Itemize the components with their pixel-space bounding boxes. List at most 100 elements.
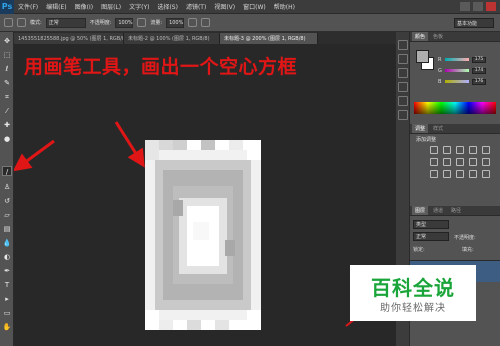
pressure-opacity-icon[interactable] — [137, 18, 147, 27]
menu-select[interactable]: 选择(S) — [153, 2, 182, 11]
dodge-tool-icon[interactable]: ◐ — [2, 252, 12, 262]
marquee-tool-icon[interactable]: ⬚ — [2, 50, 12, 60]
canvas-area[interactable] — [14, 44, 396, 346]
menu-layer[interactable]: 图层(L) — [97, 2, 125, 11]
quick-select-tool-icon[interactable]: ✎ — [2, 78, 12, 88]
layer-opacity-label: 不透明度: — [454, 235, 476, 241]
menu-help[interactable]: 帮助(H) — [270, 2, 299, 11]
tab-styles[interactable]: 样式 — [430, 124, 446, 133]
color-balance-icon[interactable] — [443, 158, 451, 166]
tab-paths[interactable]: 路径 — [448, 206, 464, 215]
arrow-to-brush-tool — [14, 139, 55, 172]
path-select-tool-icon[interactable]: ▸ — [2, 294, 12, 304]
info-panel-icon[interactable] — [398, 68, 408, 78]
tab-color[interactable]: 颜色 — [412, 32, 429, 41]
exposure-icon[interactable] — [469, 146, 477, 154]
black-white-icon[interactable] — [456, 158, 464, 166]
brush-panel-icon[interactable] — [17, 18, 26, 27]
eraser-tool-icon[interactable]: ▱ — [2, 210, 12, 220]
curves-icon[interactable] — [456, 146, 464, 154]
paragraph-panel-icon[interactable] — [398, 110, 408, 120]
adjustment-icons — [430, 146, 490, 178]
lasso-tool-icon[interactable]: ℓ — [2, 64, 12, 74]
brush-panel-icon-2[interactable] — [398, 82, 408, 92]
menu-view[interactable]: 视图(V) — [210, 2, 239, 11]
b-slider[interactable] — [445, 80, 469, 83]
posterize-icon[interactable] — [443, 170, 451, 178]
tab-document-3[interactable]: 未标题-3 @ 200% (图层 1, RGB/8) — [220, 33, 318, 44]
maximize-icon[interactable] — [473, 2, 483, 11]
menu-filter[interactable]: 滤镜(T) — [182, 2, 210, 11]
history-panel-icon[interactable] — [398, 40, 408, 50]
airbrush-icon[interactable] — [188, 18, 198, 27]
move-tool-icon[interactable]: ✥ — [2, 36, 12, 46]
menu-image[interactable]: 图像(I) — [71, 2, 97, 11]
hand-tool-icon[interactable]: ✋ — [2, 322, 12, 332]
vibrance-icon[interactable] — [482, 146, 490, 154]
brightness-icon[interactable] — [430, 146, 438, 154]
close-icon[interactable] — [486, 2, 496, 11]
instruction-text: 用画笔工具，画出一个空心方框 — [24, 56, 298, 78]
annotation-arrows — [14, 121, 367, 327]
tab-adjustments[interactable]: 调整 — [412, 124, 429, 133]
blend-mode-select[interactable]: 正常 — [413, 232, 449, 241]
healing-tool-icon[interactable]: ✚ — [2, 120, 12, 130]
blur-tool-icon[interactable]: 💧 — [2, 238, 12, 248]
arrow-to-canvas — [114, 121, 145, 168]
tab-layers[interactable]: 图层 — [412, 206, 429, 215]
foreground-color-swatch[interactable] — [416, 50, 429, 63]
history-brush-tool-icon[interactable]: ↺ — [2, 196, 12, 206]
menu-bar: Ps 文件(F) 编辑(E) 图像(I) 图层(L) 文字(Y) 选择(S) 滤… — [0, 0, 500, 14]
r-slider[interactable] — [445, 58, 469, 61]
layer-kind-filter[interactable]: 类型 — [413, 220, 449, 229]
options-bar: 模式: 正常 不透明度: 100% 流量: 100% 基本功能 — [0, 14, 500, 32]
gradient-map-icon[interactable] — [469, 170, 477, 178]
menu-file[interactable]: 文件(F) — [14, 2, 42, 11]
properties-panel-icon[interactable] — [398, 54, 408, 64]
adjustments-panel-tabs: 调整 样式 — [410, 124, 500, 134]
mode-select[interactable]: 正常 — [45, 17, 86, 28]
tab-document-1[interactable]: 1453551825588.jpg @ 50% (图层 1, RGB/8) — [14, 33, 124, 44]
b-value[interactable]: 176 — [472, 78, 486, 85]
photoshop-logo: Ps — [0, 0, 14, 14]
crop-tool-icon[interactable]: ⌗ — [2, 92, 12, 102]
brush-tool-icon[interactable]: / — [2, 166, 12, 176]
text-tool-icon[interactable]: T — [2, 280, 12, 290]
photo-filter-icon[interactable] — [469, 158, 477, 166]
menu-edit[interactable]: 编辑(E) — [42, 2, 70, 11]
color-b-row: B 176 — [438, 78, 490, 85]
opacity-input[interactable]: 100% — [115, 17, 134, 28]
flow-input[interactable]: 100% — [166, 17, 185, 28]
clone-stamp-tool-icon[interactable]: ● — [2, 134, 12, 144]
pressure-size-icon[interactable] — [201, 18, 211, 27]
channel-mixer-icon[interactable] — [482, 158, 490, 166]
tab-document-2[interactable]: 未标题-2 @ 100% (图层 1, RGB/8) — [124, 33, 220, 44]
watermark-logo: 百科全说 助你轻松解决 — [350, 265, 476, 321]
menu-type[interactable]: 文字(Y) — [125, 2, 153, 11]
lock-label: 锁定: — [413, 247, 425, 253]
shape-tool-icon[interactable]: ▭ — [2, 308, 12, 318]
levels-icon[interactable] — [443, 146, 451, 154]
invert-icon[interactable] — [430, 170, 438, 178]
selective-color-icon[interactable] — [482, 170, 490, 178]
gradient-tool-icon[interactable]: ▤ — [2, 224, 12, 234]
document-tabs: 1453551825588.jpg @ 50% (图层 1, RGB/8) 未标… — [14, 32, 396, 44]
pen-tool-icon[interactable]: ✒ — [2, 266, 12, 276]
menu-window[interactable]: 窗口(W) — [239, 2, 270, 11]
stamp-tool-icon[interactable]: ♙ — [2, 182, 12, 192]
watermark-title: 百科全说 — [371, 276, 455, 300]
brush-preset-icon[interactable] — [4, 18, 13, 27]
threshold-icon[interactable] — [456, 170, 464, 178]
g-slider[interactable] — [445, 69, 469, 72]
r-value[interactable]: 175 — [472, 56, 486, 63]
adjustments-title: 添加调整 — [416, 137, 437, 143]
tab-channels[interactable]: 通道 — [430, 206, 446, 215]
hue-saturation-icon[interactable] — [430, 158, 438, 166]
eyedropper-tool-icon[interactable]: ⁄ — [2, 106, 12, 116]
minimize-icon[interactable] — [460, 2, 470, 11]
tab-swatches[interactable]: 色板 — [430, 32, 446, 41]
character-panel-icon[interactable] — [398, 96, 408, 106]
workspace-select[interactable]: 基本功能 — [454, 18, 494, 28]
watermark-subtitle: 助你轻松解决 — [380, 303, 446, 314]
g-value[interactable]: 174 — [472, 67, 486, 74]
